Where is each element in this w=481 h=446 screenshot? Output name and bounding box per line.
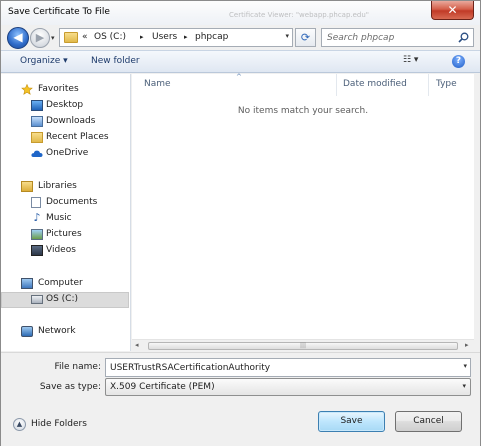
sidebar-item-label: Videos xyxy=(46,245,76,255)
close-button[interactable]: ✕ xyxy=(431,1,474,20)
breadcrumb-phpcap[interactable]: phpcap xyxy=(195,32,228,42)
search-box[interactable] xyxy=(321,28,474,47)
sidebar-item-label: Pictures xyxy=(46,229,82,239)
forward-arrow-icon: ▶ xyxy=(35,31,45,44)
address-dropdown-icon[interactable]: ▾ xyxy=(285,32,289,40)
navigation-bar: ◀ ▶ ▾ « OS (C:) ▸ Users ▸ phpcap ▾ ⟳ xyxy=(1,25,480,49)
star-icon xyxy=(21,84,33,95)
sidebar-item-recent-places[interactable]: Recent Places xyxy=(1,130,129,146)
sidebar-item-onedrive[interactable]: OneDrive xyxy=(1,146,129,162)
sidebar-group-computer[interactable]: Computer xyxy=(1,276,129,292)
drive-icon xyxy=(31,295,43,304)
chevron-down-icon: ▾ xyxy=(462,382,466,390)
breadcrumb-separator[interactable]: ▸ xyxy=(184,33,188,41)
save-as-type-value: X.509 Certificate (PEM) xyxy=(110,382,215,392)
folder-icon xyxy=(64,32,78,43)
desktop-icon xyxy=(31,100,43,111)
help-icon[interactable]: ? xyxy=(452,55,465,68)
breadcrumb-separator[interactable]: ▸ xyxy=(140,33,144,41)
scroll-left-icon[interactable]: ◂ xyxy=(135,341,139,349)
column-header-date-modified[interactable]: Date modified xyxy=(343,79,407,89)
sidebar-item-videos[interactable]: Videos xyxy=(1,243,129,259)
sidebar-group-label: Network xyxy=(38,326,76,336)
sidebar-item-music[interactable]: ♪ Music xyxy=(1,211,129,227)
documents-icon xyxy=(31,197,41,208)
title-bar[interactable]: Save Certificate To File Certificate Vie… xyxy=(1,1,480,25)
scroll-grip-icon: ||| xyxy=(299,342,307,349)
sidebar-item-downloads[interactable]: Downloads xyxy=(1,114,129,130)
sidebar-item-pictures[interactable]: Pictures xyxy=(1,227,129,243)
sidebar-group-label: Favorites xyxy=(38,84,79,94)
save-as-type-select[interactable]: X.509 Certificate (PEM) ▾ xyxy=(105,378,471,396)
libraries-icon xyxy=(21,181,33,192)
cloud-icon xyxy=(31,150,43,157)
breadcrumb-overflow[interactable]: « xyxy=(82,32,88,42)
save-as-type-label: Save as type: xyxy=(39,382,101,392)
file-list[interactable]: ^ Name Date modified Type No items match… xyxy=(132,73,474,339)
save-button[interactable]: Save xyxy=(318,411,385,432)
sidebar-group-label: Libraries xyxy=(38,181,77,191)
sidebar-item-label: OS (C:) xyxy=(46,294,78,304)
breadcrumb-os-c[interactable]: OS (C:) xyxy=(94,32,126,42)
sidebar-group-label: Computer xyxy=(38,278,83,288)
navigation-pane: Favorites Desktop Downloads Recent Place… xyxy=(1,74,131,351)
command-toolbar: Organize ▾ New folder ☷ ▾ ? xyxy=(1,50,480,73)
scroll-right-icon[interactable]: ▸ xyxy=(465,341,469,349)
address-bar[interactable]: « OS (C:) ▸ Users ▸ phpcap ▾ xyxy=(59,28,293,47)
sidebar-item-os-c[interactable]: OS (C:) xyxy=(1,292,129,308)
sort-ascending-icon: ^ xyxy=(236,73,242,81)
sidebar-group-libraries[interactable]: Libraries xyxy=(1,179,129,195)
horizontal-scrollbar[interactable]: ◂ ||| ▸ xyxy=(132,339,474,351)
downloads-icon xyxy=(31,116,43,127)
breadcrumb-users[interactable]: Users xyxy=(152,32,177,42)
cancel-button[interactable]: Cancel xyxy=(395,411,462,432)
file-name-dropdown-icon[interactable]: ▾ xyxy=(463,362,467,370)
search-input[interactable] xyxy=(327,31,447,44)
column-divider[interactable] xyxy=(428,74,429,96)
sidebar-item-label: Recent Places xyxy=(46,132,109,142)
save-dialog: Save Certificate To File Certificate Vie… xyxy=(0,0,481,446)
sidebar-item-label: Music xyxy=(46,213,72,223)
sidebar-item-label: Downloads xyxy=(46,116,96,126)
close-icon: ✕ xyxy=(447,3,458,17)
forward-button[interactable]: ▶ xyxy=(30,28,50,48)
ghost-window-title: Certificate Viewer: "webapp.phcap.edu" xyxy=(229,11,370,19)
music-icon: ♪ xyxy=(33,211,41,224)
column-header-name[interactable]: Name xyxy=(144,79,171,89)
file-name-label: File name: xyxy=(54,362,101,372)
file-name-input[interactable] xyxy=(110,361,450,374)
sidebar-group-network[interactable]: Network xyxy=(1,324,129,340)
organize-menu[interactable]: Organize ▾ xyxy=(20,56,68,66)
network-icon xyxy=(21,326,33,337)
sidebar-item-label: OneDrive xyxy=(46,148,89,158)
empty-results-message: No items match your search. xyxy=(237,106,369,116)
background-window-ghost: Certificate Viewer: "webapp.phcap.edu" xyxy=(141,1,441,25)
sidebar-item-documents[interactable]: Documents xyxy=(1,195,129,211)
pictures-icon xyxy=(31,229,43,240)
refresh-button[interactable]: ⟳ xyxy=(295,28,316,47)
sidebar-item-desktop[interactable]: Desktop xyxy=(1,98,129,114)
recent-locations-dropdown[interactable]: ▾ xyxy=(51,34,55,42)
column-header-type[interactable]: Type xyxy=(436,79,457,89)
column-divider[interactable] xyxy=(336,74,337,96)
back-button[interactable]: ◀ xyxy=(7,27,29,49)
back-arrow-icon: ◀ xyxy=(13,30,23,44)
window-title: Save Certificate To File xyxy=(8,7,110,17)
scrollbar-thumb[interactable]: ||| xyxy=(148,342,458,350)
file-name-field[interactable]: ▾ xyxy=(105,358,471,377)
recent-places-icon xyxy=(31,132,43,143)
sidebar-item-label: Documents xyxy=(46,197,98,207)
sidebar-group-favorites[interactable]: Favorites xyxy=(1,82,129,98)
sidebar-item-label: Desktop xyxy=(46,100,84,110)
computer-icon xyxy=(21,278,33,289)
new-folder-button[interactable]: New folder xyxy=(91,56,140,66)
collapse-up-icon: ▲ xyxy=(13,418,26,431)
refresh-icon: ⟳ xyxy=(300,31,311,44)
change-view-button[interactable]: ☷ ▾ xyxy=(403,55,431,69)
hide-folders-label: Hide Folders xyxy=(31,419,87,429)
videos-icon xyxy=(31,245,43,256)
vertical-scrollbar[interactable] xyxy=(474,74,480,339)
save-options-panel: File name: ▾ Save as type: X.509 Certifi… xyxy=(1,352,480,446)
search-icon[interactable] xyxy=(458,32,469,43)
